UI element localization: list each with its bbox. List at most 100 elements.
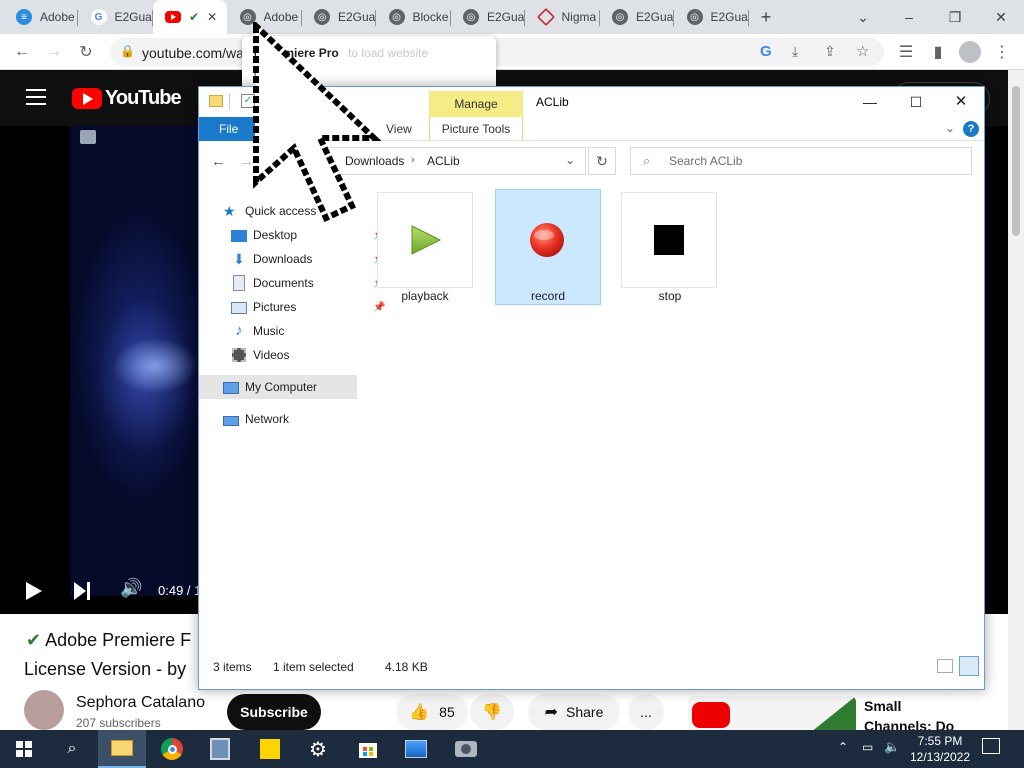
nav-music[interactable]: ♪ Music bbox=[231, 319, 284, 343]
nav-network[interactable]: Network bbox=[223, 407, 289, 431]
browser-tab-9[interactable]: ◎ E2Gua bbox=[600, 0, 674, 34]
nav-pictures[interactable]: Pictures 📌 bbox=[231, 295, 385, 319]
subscribe-button[interactable]: Subscribe bbox=[227, 694, 321, 730]
reading-list-icon[interactable]: ☰ bbox=[892, 38, 920, 66]
breadcrumb-aclib[interactable]: ACLib bbox=[427, 154, 460, 168]
taskbar-app-user[interactable] bbox=[196, 730, 244, 768]
reload-button[interactable]: ↻ bbox=[72, 38, 100, 66]
address-bar[interactable]: 🔒 youtube.com/wa G ⤓ ⇪ ☆ bbox=[110, 38, 884, 66]
explorer-refresh-button[interactable]: ↻ bbox=[588, 147, 616, 175]
ribbon-tab-picture-tools[interactable]: Picture Tools bbox=[429, 117, 523, 141]
taskbar-sticky-notes[interactable] bbox=[246, 730, 294, 768]
ribbon-expand-icon[interactable]: ⌄ bbox=[945, 121, 955, 135]
explorer-search-box[interactable]: ⌕ Search ACLib bbox=[630, 147, 972, 175]
browser-tab-2[interactable]: G E2Gua bbox=[79, 0, 153, 34]
status-item-count: 3 items bbox=[213, 660, 252, 674]
start-button[interactable] bbox=[0, 730, 48, 768]
page-scrollbar-thumb[interactable] bbox=[1012, 86, 1020, 236]
nav-videos[interactable]: Videos bbox=[231, 343, 289, 367]
taskbar-file-explorer[interactable] bbox=[98, 730, 146, 768]
forward-button[interactable]: → bbox=[40, 38, 68, 66]
youtube-logo-text[interactable]: YouTube bbox=[105, 87, 182, 110]
taskbar-camera[interactable] bbox=[442, 730, 490, 768]
tab-title: Nigma bbox=[561, 10, 597, 24]
notifications-icon[interactable] bbox=[982, 738, 1000, 754]
restore-button[interactable]: ❐ bbox=[932, 0, 978, 34]
explorer-back-icon[interactable]: ← bbox=[211, 153, 226, 170]
address-dropdown-icon[interactable]: ⌄ bbox=[565, 153, 575, 167]
channel-avatar[interactable] bbox=[24, 690, 64, 730]
bookmark-star-icon[interactable]: ☆ bbox=[856, 42, 869, 60]
browser-tab-10[interactable]: ◎ E2Gua bbox=[675, 0, 749, 34]
globe-icon: ◎ bbox=[612, 9, 628, 25]
like-button[interactable]: 👍 85 bbox=[396, 694, 468, 730]
taskbar-store[interactable] bbox=[344, 730, 392, 768]
minimize-button[interactable]: – bbox=[886, 0, 932, 34]
file-tile-playback[interactable] bbox=[377, 192, 473, 288]
nav-documents[interactable]: Documents 📌 bbox=[231, 271, 385, 295]
hamburger-menu-icon[interactable] bbox=[26, 89, 46, 105]
suggested-video-title-1[interactable]: Small bbox=[864, 698, 901, 714]
browser-tab-7[interactable]: ◎ E2Gua bbox=[451, 0, 525, 34]
checkmark-icon: ✔ bbox=[189, 10, 200, 24]
more-actions-button[interactable]: ... bbox=[628, 694, 664, 730]
ribbon-tab-file[interactable]: File bbox=[199, 117, 255, 141]
thumbs-down-icon: 👎 bbox=[482, 704, 502, 721]
explorer-minimize-button[interactable]: — bbox=[857, 89, 883, 115]
file-tile-record[interactable] bbox=[499, 192, 595, 288]
large-icons-view-icon[interactable] bbox=[959, 656, 979, 676]
file-tile-stop[interactable] bbox=[621, 192, 717, 288]
share-button[interactable]: ➦ Share bbox=[528, 694, 620, 730]
folder-icon bbox=[111, 740, 133, 756]
tray-chevron-icon[interactable]: ⌃ bbox=[838, 740, 848, 754]
taskbar-settings[interactable]: ⚙ bbox=[294, 730, 342, 768]
volume-tray-icon[interactable]: 🔈 bbox=[884, 739, 900, 755]
taskbar-clock[interactable]: 7:55 PM 12/13/2022 bbox=[908, 733, 972, 765]
search-icon: ⌕ bbox=[643, 153, 651, 168]
nav-my-computer[interactable]: My Computer bbox=[223, 375, 317, 399]
menu-dots-icon[interactable]: ⋮ bbox=[988, 38, 1016, 66]
suggested-video-thumbnail[interactable] bbox=[688, 696, 856, 730]
taskbar-chrome[interactable] bbox=[148, 730, 196, 768]
new-tab-button[interactable]: + bbox=[749, 0, 783, 34]
youtube-logo-icon[interactable] bbox=[72, 88, 102, 109]
help-icon[interactable]: ? bbox=[963, 121, 979, 137]
file-name-record[interactable]: record bbox=[496, 289, 600, 303]
share-icon[interactable]: ⇪ bbox=[824, 43, 836, 60]
explorer-title: ACLib bbox=[536, 95, 569, 109]
tab-title: E2Gua bbox=[710, 10, 748, 24]
ribbon-tab-manage[interactable]: Manage bbox=[429, 91, 523, 117]
taskbar-photos[interactable] bbox=[392, 730, 440, 768]
back-button[interactable]: ← bbox=[8, 38, 36, 66]
network-tray-icon[interactable]: ▭ bbox=[862, 740, 873, 754]
play-icon[interactable] bbox=[26, 582, 42, 600]
browser-tab-3[interactable]: ✔ ✕ bbox=[153, 0, 227, 34]
suggested-video-title-2[interactable]: Channels: Do bbox=[864, 718, 954, 730]
profile-avatar[interactable] bbox=[956, 38, 984, 66]
install-icon[interactable]: ⤓ bbox=[792, 43, 798, 60]
explorer-nav-pane: ★ Quick access Desktop 📌 ⬇ Downloads 📌 D… bbox=[199, 181, 385, 647]
explorer-maximize-button[interactable]: ☐ bbox=[903, 89, 929, 115]
details-view-icon[interactable] bbox=[937, 659, 953, 673]
close-tab-icon[interactable]: ✕ bbox=[207, 10, 217, 24]
google-lens-icon[interactable]: G bbox=[760, 43, 772, 60]
pin-icon[interactable]: 📌 bbox=[373, 302, 385, 313]
chrome-icon bbox=[161, 738, 183, 760]
browser-tab-8[interactable]: Nigma bbox=[526, 0, 600, 34]
tab-title: E2Gua bbox=[487, 10, 525, 24]
channel-name[interactable]: Sephora Catalano bbox=[76, 694, 205, 712]
volume-icon[interactable]: 🔊 bbox=[120, 578, 142, 599]
explorer-close-button[interactable]: ✕ bbox=[948, 89, 974, 115]
browser-tab-1[interactable]: ≡ Adobe bbox=[4, 0, 78, 34]
next-video-icon[interactable] bbox=[74, 582, 94, 600]
tab-title: Blocke bbox=[412, 10, 449, 24]
file-name-stop[interactable]: stop bbox=[618, 289, 722, 303]
dislike-button[interactable]: 👎 bbox=[470, 694, 514, 730]
nav-downloads[interactable]: ⬇ Downloads 📌 bbox=[231, 247, 385, 271]
file-name-playback[interactable]: playback bbox=[373, 289, 477, 303]
side-panel-icon[interactable]: ▮ bbox=[924, 38, 952, 66]
close-window-button[interactable]: ✕ bbox=[978, 0, 1024, 34]
tab-search-icon[interactable]: ⌄ bbox=[840, 0, 886, 34]
nav-videos-label: Videos bbox=[253, 348, 290, 362]
taskbar-search-icon[interactable]: ⌕ bbox=[48, 730, 96, 768]
